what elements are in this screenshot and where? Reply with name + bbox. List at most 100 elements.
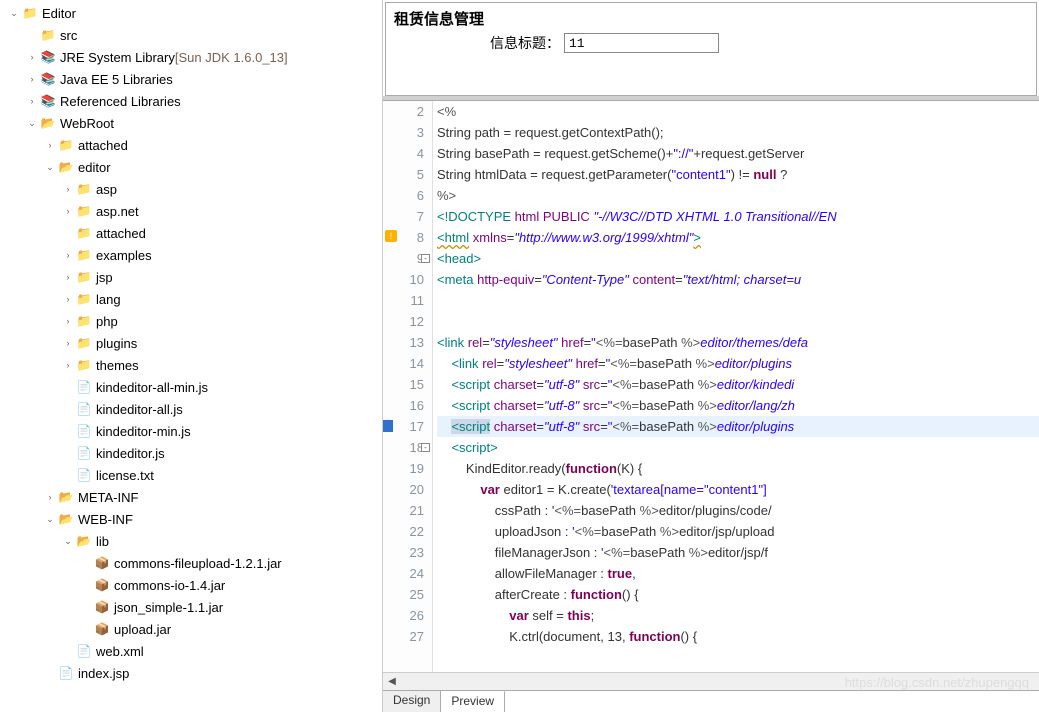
tree-item[interactable]: ›📁plugins bbox=[0, 332, 382, 354]
tree-item[interactable]: 📄kindeditor-min.js bbox=[0, 420, 382, 442]
code-line[interactable]: <script charset="utf-8" src="<%=basePath… bbox=[437, 416, 1039, 437]
tree-item[interactable]: 📁attached bbox=[0, 222, 382, 244]
scroll-left-icon[interactable]: ◀ bbox=[383, 673, 401, 691]
code-line[interactable]: <!DOCTYPE html PUBLIC "-//W3C//DTD XHTML… bbox=[437, 206, 1039, 227]
tree-item[interactable]: ⌄📂lib bbox=[0, 530, 382, 552]
chevron-down-icon[interactable]: ⌄ bbox=[60, 533, 76, 549]
chevron-right-icon[interactable]: › bbox=[60, 269, 76, 285]
preview-title-input[interactable] bbox=[564, 33, 719, 53]
gutter-line[interactable]: 7 bbox=[383, 206, 424, 227]
gutter-line[interactable]: 14 bbox=[383, 353, 424, 374]
code-line[interactable]: String path = request.getContextPath(); bbox=[437, 122, 1039, 143]
tree-item[interactable]: ›📚JRE System Library [Sun JDK 1.6.0_13] bbox=[0, 46, 382, 68]
gutter-line[interactable]: 20 bbox=[383, 479, 424, 500]
code-line[interactable]: <% bbox=[437, 101, 1039, 122]
tree-item[interactable]: 📦commons-io-1.4.jar bbox=[0, 574, 382, 596]
tree-item[interactable]: ›📚Java EE 5 Libraries bbox=[0, 68, 382, 90]
code-line[interactable]: <link rel="stylesheet" href="<%=basePath… bbox=[437, 353, 1039, 374]
code-body[interactable]: <%String path = request.getContextPath()… bbox=[433, 101, 1039, 672]
gutter-line[interactable]: 10 bbox=[383, 269, 424, 290]
tree-item[interactable]: ⌄📂WEB-INF bbox=[0, 508, 382, 530]
chevron-right-icon[interactable]: › bbox=[42, 489, 58, 505]
chevron-right-icon[interactable]: › bbox=[60, 291, 76, 307]
tree-item[interactable]: ›📁lang bbox=[0, 288, 382, 310]
tree-item[interactable]: ›📁attached bbox=[0, 134, 382, 156]
code-line[interactable]: K.ctrl(document, 13, function() { bbox=[437, 626, 1039, 647]
chevron-right-icon[interactable]: › bbox=[60, 247, 76, 263]
gutter-line[interactable]: 9- bbox=[383, 248, 424, 269]
gutter-line[interactable]: 12 bbox=[383, 311, 424, 332]
gutter-line[interactable]: 6 bbox=[383, 185, 424, 206]
chevron-down-icon[interactable]: ⌄ bbox=[42, 159, 58, 175]
tree-item[interactable]: ⌄📁Editor bbox=[0, 2, 382, 24]
code-line[interactable]: <head> bbox=[437, 248, 1039, 269]
tree-item[interactable]: 📄kindeditor-all.js bbox=[0, 398, 382, 420]
code-line[interactable] bbox=[437, 290, 1039, 311]
tree-item[interactable]: 📄license.txt bbox=[0, 464, 382, 486]
code-line[interactable]: allowFileManager : true, bbox=[437, 563, 1039, 584]
fold-toggle-icon[interactable]: - bbox=[421, 254, 430, 263]
code-line[interactable]: <script charset="utf-8" src="<%=basePath… bbox=[437, 374, 1039, 395]
tree-item[interactable]: ›📁themes bbox=[0, 354, 382, 376]
gutter-line[interactable]: 22 bbox=[383, 521, 424, 542]
gutter-line[interactable]: 24 bbox=[383, 563, 424, 584]
code-line[interactable]: <script charset="utf-8" src="<%=basePath… bbox=[437, 395, 1039, 416]
gutter-line[interactable]: 18- bbox=[383, 437, 424, 458]
tree-item[interactable]: 📦upload.jar bbox=[0, 618, 382, 640]
chevron-down-icon[interactable]: ⌄ bbox=[42, 511, 58, 527]
code-line[interactable]: var self = this; bbox=[437, 605, 1039, 626]
code-line[interactable]: <meta http-equiv="Content-Type" content=… bbox=[437, 269, 1039, 290]
chevron-down-icon[interactable]: ⌄ bbox=[24, 115, 40, 131]
code-line[interactable]: KindEditor.ready(function(K) { bbox=[437, 458, 1039, 479]
gutter-line[interactable]: 13 bbox=[383, 332, 424, 353]
code-line[interactable]: uploadJson : '<%=basePath %>editor/jsp/u… bbox=[437, 521, 1039, 542]
design-preview-pane[interactable]: 租赁信息管理 信息标题： bbox=[383, 0, 1039, 100]
chevron-right-icon[interactable]: › bbox=[60, 203, 76, 219]
fold-toggle-icon[interactable]: - bbox=[421, 443, 430, 452]
tab-design[interactable]: Design bbox=[383, 691, 441, 712]
gutter-line[interactable]: 26 bbox=[383, 605, 424, 626]
chevron-right-icon[interactable]: › bbox=[24, 93, 40, 109]
chevron-right-icon[interactable]: › bbox=[24, 71, 40, 87]
chevron-down-icon[interactable]: ⌄ bbox=[6, 5, 22, 21]
chevron-right-icon[interactable]: › bbox=[60, 181, 76, 197]
gutter-line[interactable]: 27 bbox=[383, 626, 424, 647]
tree-item[interactable]: ›📁asp bbox=[0, 178, 382, 200]
tree-item[interactable]: ›📚Referenced Libraries bbox=[0, 90, 382, 112]
gutter-line[interactable]: !8 bbox=[383, 227, 424, 248]
code-line[interactable]: <link rel="stylesheet" href="<%=basePath… bbox=[437, 332, 1039, 353]
gutter-line[interactable]: 2 bbox=[383, 101, 424, 122]
gutter-line[interactable]: 16 bbox=[383, 395, 424, 416]
code-line[interactable]: <html xmlns="http://www.w3.org/1999/xhtm… bbox=[437, 227, 1039, 248]
gutter-line[interactable]: 3 bbox=[383, 122, 424, 143]
code-line[interactable]: afterCreate : function() { bbox=[437, 584, 1039, 605]
tree-item[interactable]: 📄web.xml bbox=[0, 640, 382, 662]
tree-item[interactable]: ⌄📂WebRoot bbox=[0, 112, 382, 134]
code-line[interactable]: var editor1 = K.create('textarea[name="c… bbox=[437, 479, 1039, 500]
tree-item[interactable]: ›📁asp.net bbox=[0, 200, 382, 222]
chevron-right-icon[interactable]: › bbox=[24, 49, 40, 65]
gutter-line[interactable]: 25 bbox=[383, 584, 424, 605]
chevron-right-icon[interactable]: › bbox=[42, 137, 58, 153]
gutter-line[interactable]: 21 bbox=[383, 500, 424, 521]
gutter-line[interactable]: 5 bbox=[383, 164, 424, 185]
code-line[interactable]: %> bbox=[437, 185, 1039, 206]
gutter-line[interactable]: 11 bbox=[383, 290, 424, 311]
gutter-line[interactable]: 19 bbox=[383, 458, 424, 479]
tree-item[interactable]: 📄index.jsp bbox=[0, 662, 382, 684]
code-line[interactable]: String htmlData = request.getParameter("… bbox=[437, 164, 1039, 185]
tree-item[interactable]: ⌄📂editor bbox=[0, 156, 382, 178]
line-gutter[interactable]: 234567!89-101112131415161718-19202122232… bbox=[383, 101, 433, 672]
code-line[interactable]: String basePath = request.getScheme()+":… bbox=[437, 143, 1039, 164]
code-line[interactable] bbox=[437, 311, 1039, 332]
source-editor[interactable]: 234567!89-101112131415161718-19202122232… bbox=[383, 100, 1039, 712]
code-line[interactable]: <script> bbox=[437, 437, 1039, 458]
project-explorer[interactable]: ⌄📁Editor📁src›📚JRE System Library [Sun JD… bbox=[0, 0, 383, 712]
code-line[interactable]: cssPath : '<%=basePath %>editor/plugins/… bbox=[437, 500, 1039, 521]
tree-item[interactable]: 📄kindeditor.js bbox=[0, 442, 382, 464]
chevron-right-icon[interactable]: › bbox=[60, 335, 76, 351]
chevron-right-icon[interactable]: › bbox=[60, 313, 76, 329]
tree-item[interactable]: ›📂META-INF bbox=[0, 486, 382, 508]
gutter-line[interactable]: 17 bbox=[383, 416, 424, 437]
gutter-line[interactable]: 23 bbox=[383, 542, 424, 563]
